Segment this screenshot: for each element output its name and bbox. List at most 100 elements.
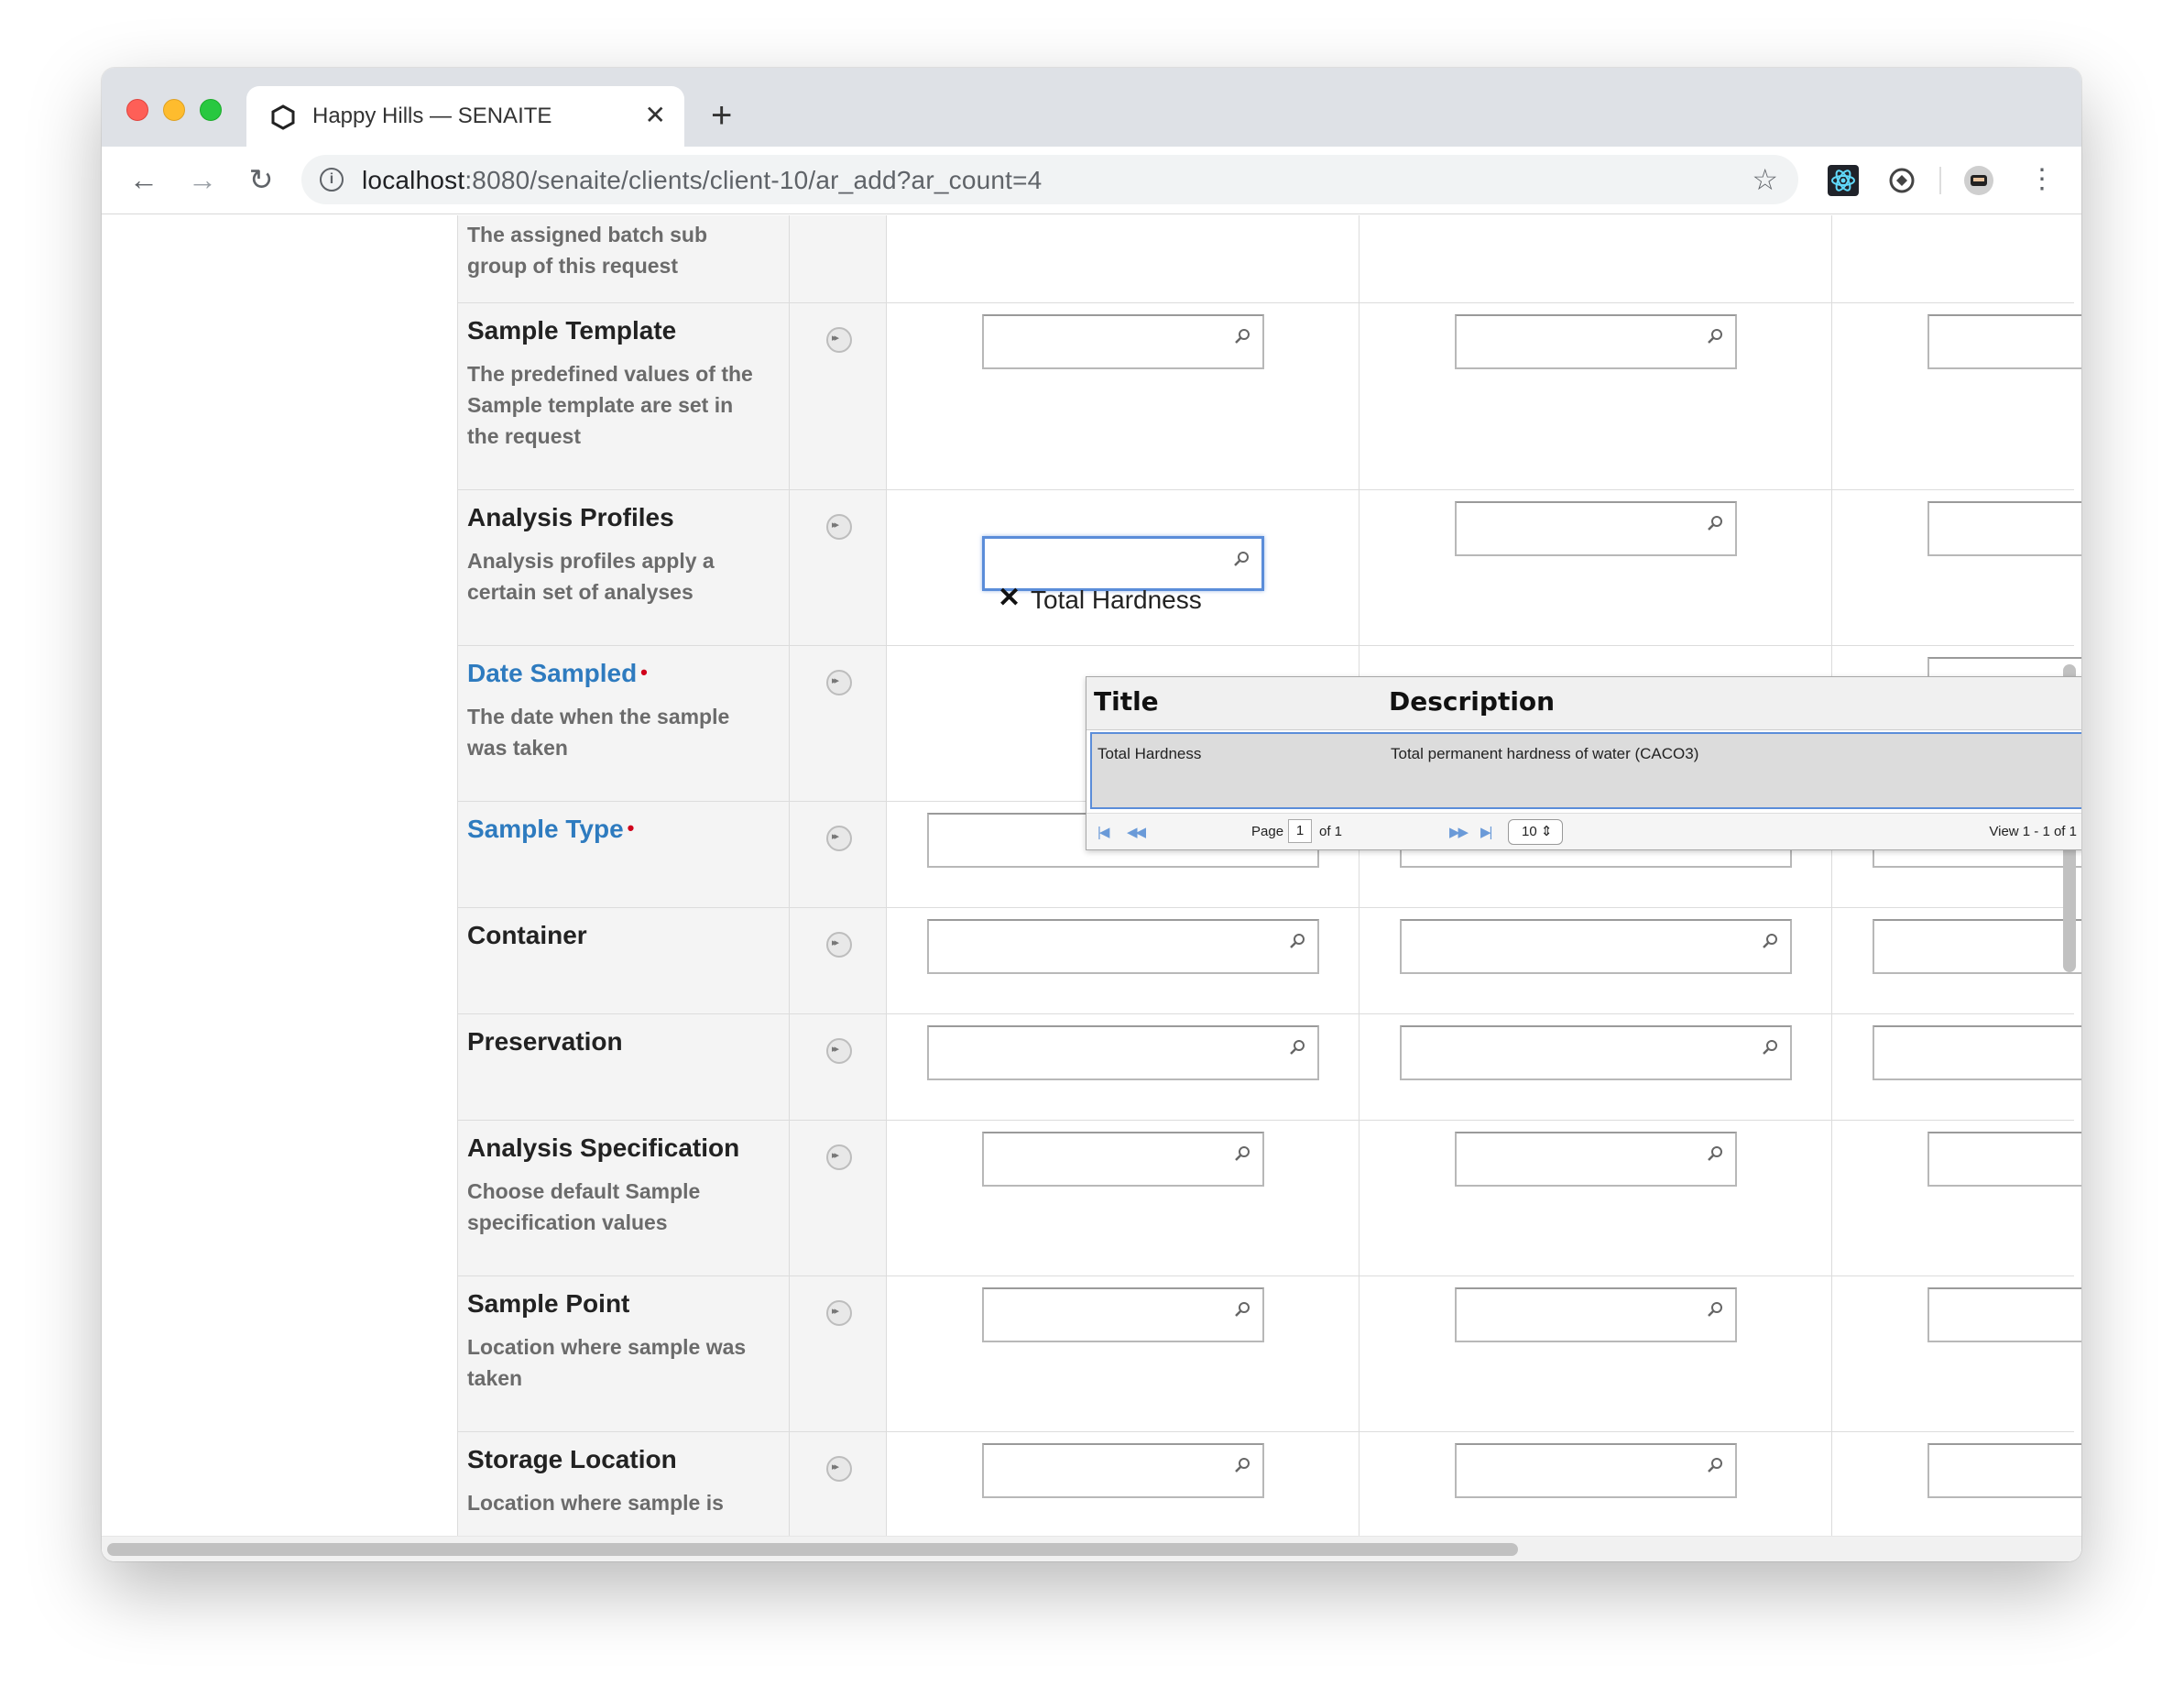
search-icon [1763,1040,1777,1055]
copy-across-button[interactable] [826,1038,852,1064]
sample-point-input-3[interactable] [1927,1287,2081,1342]
date-sampled-desc: The date when the sample was taken [467,705,730,760]
first-page-icon[interactable]: |◀ [1097,824,1110,840]
search-icon [1708,329,1722,344]
copy-across-button[interactable] [826,826,852,851]
container-input-2[interactable] [1400,919,1792,974]
next-page-icon[interactable]: ▶▶ [1449,824,1469,840]
copy-across-button[interactable] [826,1300,852,1326]
analysis-profiles-input-3[interactable] [1927,501,2081,556]
results-pager: |◀ ◀◀ Page 1 of 1 ▶▶ ▶| 10 ⇕ View 1 - 1 … [1087,813,2081,849]
analysis-specification-label: Analysis Specification [467,1133,740,1162]
batch-sub-group-desc: The assigned batch sub group of this req… [467,223,707,278]
react-devtools-icon[interactable] [1828,165,1859,196]
preservation-label: Preservation [467,1027,623,1056]
view-count-label: View 1 - 1 of 1 [1989,824,2077,839]
col-title-header: Title [1094,686,1159,717]
site-info-icon[interactable]: i [320,168,344,192]
back-arrow-icon[interactable]: ← [124,159,164,200]
row-container: Container [457,908,2081,1014]
analysis-profiles-input-1[interactable] [982,536,1264,591]
row-preservation: Preservation [457,1014,2081,1121]
required-marker: • [640,661,648,684]
remove-profile-icon[interactable]: ✕ [998,582,1021,614]
minimize-window-button[interactable] [163,99,185,121]
sync-extension-icon[interactable] [1886,165,1917,196]
analysis-profiles-input-2[interactable] [1455,501,1737,556]
container-input-3[interactable] [1873,919,2081,974]
last-page-icon[interactable]: ▶| [1480,824,1493,840]
storage-location-input-2[interactable] [1455,1443,1737,1498]
preservation-input-2[interactable] [1400,1025,1792,1080]
storage-location-input-1[interactable] [982,1443,1264,1498]
browser-window: Happy Hills — SENAITE ✕ + ← → ↻ i localh… [102,68,2081,1561]
bookmark-star-icon[interactable]: ☆ [1752,162,1778,197]
analysis-profiles-label: Analysis Profiles [467,503,674,531]
sample-template-input-2[interactable] [1455,314,1737,369]
selected-profile-label: Total Hardness [1031,586,1202,614]
copy-across-button[interactable] [826,1144,852,1170]
analysis-specification-input-1[interactable] [982,1132,1264,1187]
horizontal-scrollbar[interactable] [107,1543,1518,1556]
profile-avatar[interactable] [1963,165,1994,196]
search-icon [1235,1458,1250,1473]
tab-close-icon[interactable]: ✕ [645,101,666,130]
prev-page-icon[interactable]: ◀◀ [1127,824,1146,840]
sample-template-desc: The predefined values of the Sample temp… [467,362,753,448]
forward-arrow-icon[interactable]: → [182,159,223,200]
sample-template-input-1[interactable] [982,314,1264,369]
sample-point-input-1[interactable] [982,1287,1264,1342]
sample-point-desc: Location where sample was taken [467,1335,747,1390]
title-bar: Happy Hills — SENAITE ✕ + [102,68,2081,147]
storage-location-desc: Location where sample is [467,1491,724,1515]
copy-across-button[interactable] [826,514,852,540]
browser-menu-icon[interactable]: ⋮ [2022,159,2062,200]
analysis-specification-input-2[interactable] [1455,1132,1737,1187]
analysis-specification-desc: Choose default Sample specification valu… [467,1179,701,1234]
search-icon [1235,329,1250,344]
search-icon [1290,934,1305,948]
sample-point-input-2[interactable] [1455,1287,1737,1342]
page-content: The assigned batch sub group of this req… [102,215,2081,1561]
search-icon [1235,1146,1250,1161]
date-sampled-label: Date Sampled • [467,659,648,687]
search-icon [1708,1458,1722,1473]
search-icon [1235,1302,1250,1317]
senaite-hexagon-icon [271,104,295,130]
analysis-profiles-desc: Analysis profiles apply a certain set of… [467,549,715,604]
col-description-header: Description [1389,686,1556,717]
browser-toolbar: ← → ↻ i localhost:8080/senaite/clients/c… [102,147,2081,214]
copy-across-button[interactable] [826,932,852,958]
browser-tab[interactable]: Happy Hills — SENAITE ✕ [246,86,684,147]
result-row[interactable]: Total Hardness Total permanent hardness … [1090,732,2081,809]
page-label: Page [1251,824,1284,839]
analysis-specification-input-3[interactable] [1927,1132,2081,1187]
container-label: Container [467,921,587,949]
sample-point-label: Sample Point [467,1289,630,1318]
maximize-window-button[interactable] [200,99,222,121]
address-bar[interactable]: i localhost:8080/senaite/clients/client-… [301,155,1798,204]
copy-across-button[interactable] [826,1456,852,1482]
container-input-1[interactable] [927,919,1319,974]
copy-across-button[interactable] [826,670,852,695]
search-icon [1290,1040,1305,1055]
results-header: Title Description [1087,677,2081,730]
row-sample-point: Sample Point Location where sample was t… [457,1276,2081,1432]
copy-across-button[interactable] [826,327,852,353]
tab-title: Happy Hills — SENAITE [312,104,552,128]
storage-location-input-3[interactable] [1927,1443,2081,1498]
sample-template-input-3[interactable] [1927,314,2081,369]
row-sample-template: Sample Template The predefined values of… [457,303,2081,490]
reload-icon[interactable]: ↻ [241,159,281,200]
preservation-input-3[interactable] [1873,1025,2081,1080]
sample-type-label: Sample Type • [467,815,635,843]
url-text: localhost:8080/senaite/clients/client-10… [362,166,1042,195]
search-icon [1234,552,1249,566]
preservation-input-1[interactable] [927,1025,1319,1080]
close-window-button[interactable] [126,99,148,121]
page-size-select[interactable]: 10 ⇕ [1508,819,1563,845]
result-title: Total Hardness [1097,745,1202,762]
required-marker: • [627,816,635,839]
page-input[interactable]: 1 [1288,819,1312,843]
new-tab-icon[interactable]: + [711,97,732,134]
